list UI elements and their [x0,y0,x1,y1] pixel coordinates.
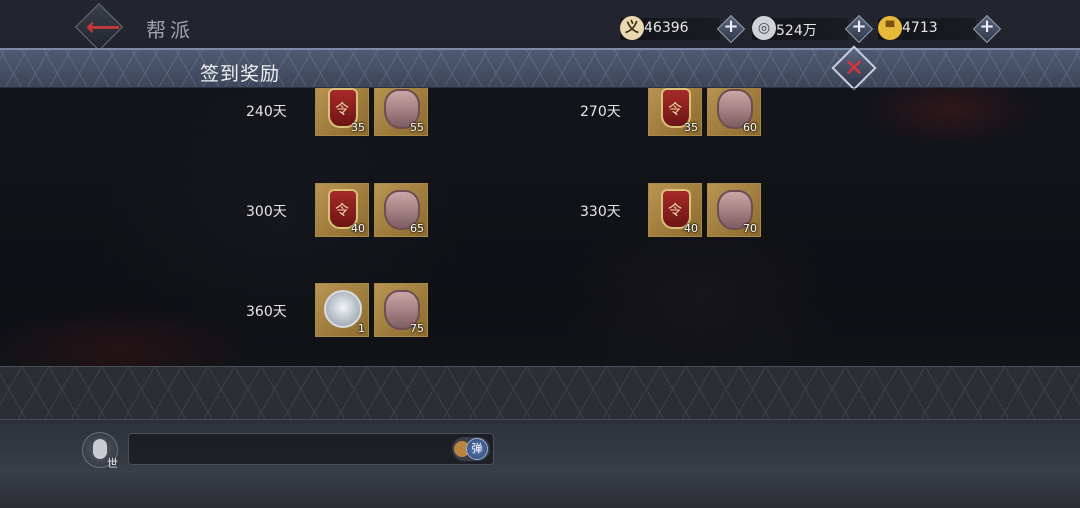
item-quantity: 55 [410,121,424,134]
microphone-icon [93,439,107,459]
dialog-title: 签到奖励 [200,63,281,85]
header-pattern [0,50,1080,87]
chat-channel-label: 世 [107,457,118,470]
copper-coin-icon: ◎ [752,16,776,40]
back-arrow-icon[interactable]: ⟵ [86,13,120,41]
item-quantity: 70 [743,222,757,235]
reward-day-label: 240天 [246,104,287,120]
dialog-header: 签到奖励 [0,48,1080,88]
reward-item-fragment[interactable]: 75 [374,283,428,337]
resource-yi: 义 46396 [620,16,720,40]
chat-input[interactable] [128,433,494,465]
reward-day-label: 270天 [580,104,621,120]
silver-token-icon [324,290,362,328]
top-bar: ⟵ 帮派 义 46396 + ◎ 524万 + ▀ 4713 + [0,0,1080,52]
reward-item-token[interactable]: 35 [648,88,702,136]
reward-item-silver-token[interactable]: 1 [315,283,369,337]
resource-copper-value: 524万 [776,23,817,39]
reward-day-label: 360天 [246,304,287,320]
resource-yi-value: 46396 [644,20,689,36]
resource-copper: ◎ 524万 [752,16,848,40]
reward-item-fragment[interactable]: 70 [707,183,761,237]
item-quantity: 60 [743,121,757,134]
resource-gold-value: 4713 [902,20,938,36]
item-quantity: 75 [410,322,424,335]
reward-day-label: 300天 [246,204,287,220]
item-quantity: 65 [410,222,424,235]
close-icon[interactable]: ✕ [838,52,870,84]
reward-item-token[interactable]: 35 [315,88,369,136]
reward-item-token[interactable]: 40 [648,183,702,237]
resource-gold: ▀ 4713 [878,16,976,40]
gold-ingot-icon: ▀ [878,16,902,40]
plus-icon[interactable]: + [849,17,869,37]
reward-list[interactable]: 240天 35 55 270天 35 60 300天 40 65 330天 40… [0,88,1080,368]
item-quantity: 35 [351,121,365,134]
item-quantity: 1 [358,322,365,335]
item-quantity: 40 [351,222,365,235]
reward-day-label: 330天 [580,204,621,220]
reward-item-fragment[interactable]: 55 [374,88,428,136]
barrage-toggle-knob[interactable]: 弹 [466,438,488,460]
plus-icon[interactable]: + [721,17,741,37]
dialog-footer [0,366,1080,420]
yi-coin-icon: 义 [620,16,644,40]
item-quantity: 35 [684,121,698,134]
plus-icon[interactable]: + [977,17,997,37]
item-quantity: 40 [684,222,698,235]
page-title: 帮派 [146,18,194,42]
reward-item-token[interactable]: 40 [315,183,369,237]
footer-pattern [0,367,1080,419]
reward-item-fragment[interactable]: 65 [374,183,428,237]
reward-item-fragment[interactable]: 60 [707,88,761,136]
